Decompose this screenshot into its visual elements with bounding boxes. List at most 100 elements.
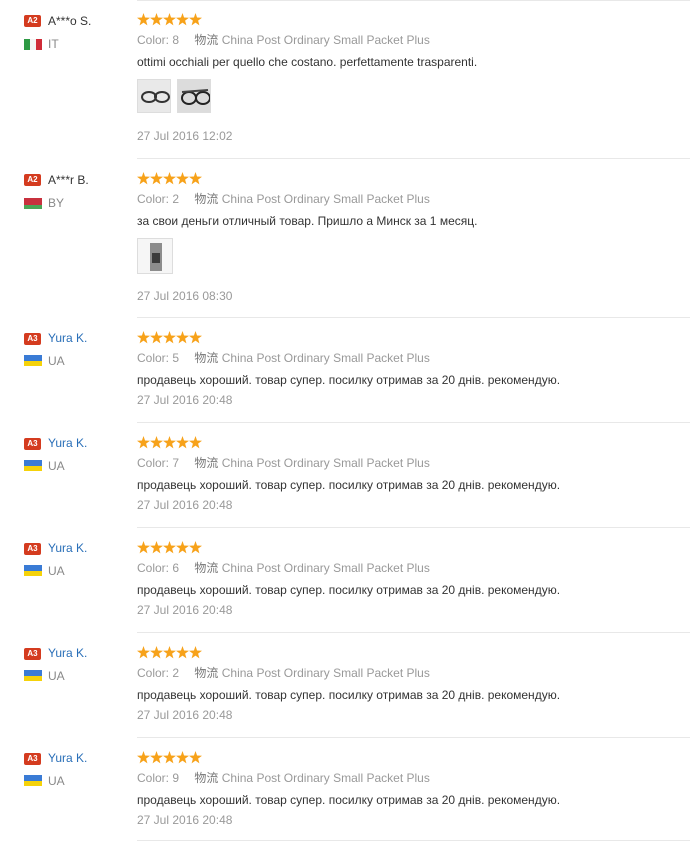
logistics-label: 物流: [194, 561, 219, 575]
star-icon: [189, 541, 202, 554]
color-label: Color:: [137, 33, 170, 47]
ukraine-flag-icon: [24, 670, 42, 681]
star-icon: [189, 13, 202, 26]
ukraine-flag-icon: [24, 355, 42, 366]
star-icon: [137, 13, 150, 26]
buyer-level-badge: A3: [24, 648, 41, 660]
order-info: Color: 7 物流 China Post Ordinary Small Pa…: [137, 455, 430, 471]
star-icon: [189, 751, 202, 764]
logistics-label: 物流: [194, 192, 219, 206]
review-photo-thumbnail[interactable]: [137, 79, 171, 113]
logistics-value: China Post Ordinary Small Packet Plus: [221, 192, 430, 206]
color-value: 7: [172, 456, 180, 470]
review-item: A3 Yura K. UA Color: 9 物流 China Post Ord…: [24, 738, 690, 841]
review-text: продавець хороший. товар супер. посилку …: [137, 583, 561, 597]
star-icon: [137, 646, 150, 659]
star-icon: [189, 331, 202, 344]
star-icon: [150, 751, 163, 764]
logistics-value: China Post Ordinary Small Packet Plus: [221, 456, 430, 470]
reviewer-name[interactable]: Yura K.: [48, 540, 87, 556]
review-photo-thumbnail[interactable]: [137, 238, 173, 274]
star-rating: [137, 13, 202, 27]
reviewer-name[interactable]: Yura K.: [48, 645, 87, 661]
reviewer-country: BY: [48, 196, 65, 210]
reviewer-country: UA: [48, 354, 65, 368]
reviewer-name[interactable]: Yura K.: [48, 330, 87, 346]
color-label: Color:: [137, 192, 170, 206]
star-rating: [137, 172, 202, 186]
color-label: Color:: [137, 456, 170, 470]
reviewer-country: UA: [48, 459, 65, 473]
review-text: продавець хороший. товар супер. посилку …: [137, 478, 561, 492]
color-label: Color:: [137, 771, 170, 785]
star-icon: [150, 13, 163, 26]
review-date: 27 Jul 2016 20:48: [137, 498, 233, 512]
star-icon: [137, 541, 150, 554]
star-icon: [189, 436, 202, 449]
order-info: Color: 6 物流 China Post Ordinary Small Pa…: [137, 560, 430, 576]
star-rating: [137, 541, 202, 555]
star-rating: [137, 646, 202, 660]
order-info: Color: 5 物流 China Post Ordinary Small Pa…: [137, 350, 430, 366]
reviewer-name[interactable]: Yura K.: [48, 435, 87, 451]
italy-flag-icon: [24, 39, 42, 50]
buyer-level-badge: A3: [24, 753, 41, 765]
buyer-level-badge: A2: [24, 15, 41, 27]
reviewer-name: A***o S.: [48, 14, 92, 28]
ukraine-flag-icon: [24, 775, 42, 786]
review-date: 27 Jul 2016 20:48: [137, 813, 233, 827]
star-icon: [163, 172, 176, 185]
logistics-value: China Post Ordinary Small Packet Plus: [221, 33, 430, 47]
star-icon: [137, 751, 150, 764]
logistics-value: China Post Ordinary Small Packet Plus: [221, 351, 430, 365]
logistics-label: 物流: [194, 456, 219, 470]
color-value: 8: [172, 33, 180, 47]
color-value: 2: [172, 666, 180, 680]
star-icon: [189, 172, 202, 185]
star-icon: [163, 541, 176, 554]
color-label: Color:: [137, 351, 170, 365]
star-icon: [176, 331, 189, 344]
star-icon: [163, 646, 176, 659]
review-text: ottimi occhiali per quello che costano. …: [137, 55, 478, 69]
review-text: продавець хороший. товар супер. посилку …: [137, 688, 561, 702]
star-rating: [137, 331, 202, 345]
review-item: A3 Yura K. UA Color: 2 物流 China Post Ord…: [24, 633, 690, 738]
buyer-level-badge: A3: [24, 438, 41, 450]
buyer-level-badge: A3: [24, 333, 41, 345]
order-info: Color: 9 物流 China Post Ordinary Small Pa…: [137, 770, 430, 786]
belarus-flag-icon: [24, 198, 42, 209]
color-value: 9: [172, 771, 180, 785]
reviewer-name[interactable]: Yura K.: [48, 750, 87, 766]
star-icon: [150, 646, 163, 659]
logistics-label: 物流: [194, 351, 219, 365]
logistics-value: China Post Ordinary Small Packet Plus: [221, 666, 430, 680]
star-icon: [150, 331, 163, 344]
star-icon: [163, 331, 176, 344]
review-date: 27 Jul 2016 20:48: [137, 393, 233, 407]
review-date: 27 Jul 2016 20:48: [137, 603, 233, 617]
review-photo-thumbnail[interactable]: [177, 79, 211, 113]
review-item: A3 Yura K. UA Color: 7 物流 China Post Ord…: [24, 423, 690, 528]
star-icon: [176, 751, 189, 764]
review-text: продавець хороший. товар супер. посилку …: [137, 793, 561, 807]
logistics-label: 物流: [194, 33, 219, 47]
ukraine-flag-icon: [24, 565, 42, 576]
ukraine-flag-icon: [24, 460, 42, 471]
star-icon: [189, 646, 202, 659]
review-text: за свои деньги отличный товар. Пришло а …: [137, 214, 478, 228]
star-icon: [150, 172, 163, 185]
buyer-level-badge: A3: [24, 543, 41, 555]
star-icon: [137, 436, 150, 449]
reviewer-country: UA: [48, 669, 65, 683]
reviewer-country: IT: [48, 37, 59, 51]
star-icon: [163, 436, 176, 449]
star-icon: [137, 331, 150, 344]
review-item: A2 A***o S. IT Color: 8 物流 China Post Or…: [24, 0, 690, 159]
color-value: 5: [172, 351, 180, 365]
logistics-label: 物流: [194, 666, 219, 680]
star-icon: [163, 13, 176, 26]
color-value: 2: [172, 192, 180, 206]
order-info: Color: 2 物流 China Post Ordinary Small Pa…: [137, 665, 430, 681]
order-info: Color: 8 物流 China Post Ordinary Small Pa…: [137, 32, 430, 48]
